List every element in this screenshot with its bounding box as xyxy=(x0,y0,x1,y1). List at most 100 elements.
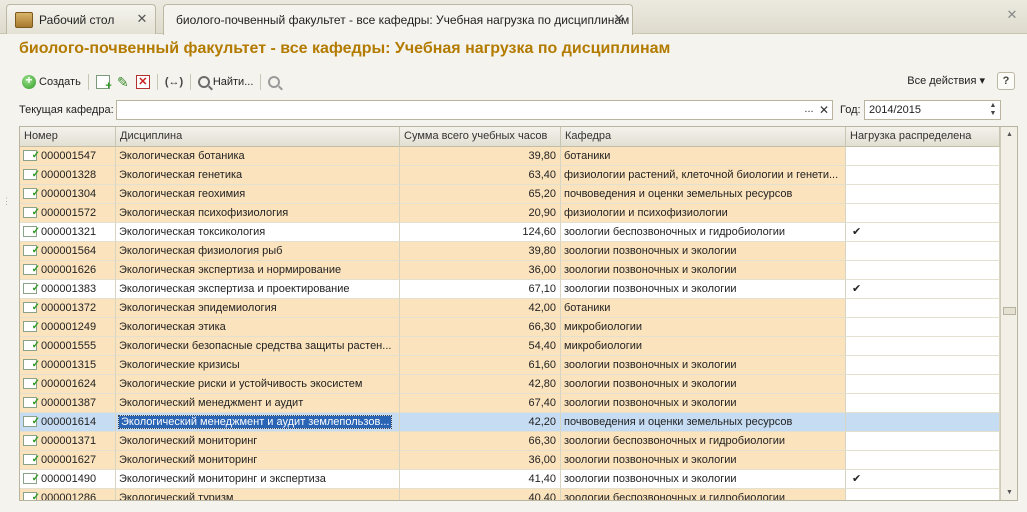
row-load-distributed[interactable] xyxy=(846,166,1000,185)
table-row[interactable]: 000001555 Экологически безопасные средств… xyxy=(20,337,1000,356)
table-row[interactable]: 000001387 Экологический менеджмент и ауди… xyxy=(20,394,1000,413)
table-row[interactable]: 000001614 Экологический менеджмент и ауди… xyxy=(20,413,1000,432)
row-number-text: 000001383 xyxy=(41,283,97,295)
row-load-distributed[interactable] xyxy=(846,432,1000,451)
column-header-hours[interactable]: Сумма всего учебных часов xyxy=(400,127,561,147)
find-button[interactable]: Найти... xyxy=(195,72,257,92)
vertical-scrollbar[interactable]: ▲ ▼ xyxy=(1000,127,1017,500)
row-discipline-text: Экологическая экспертиза и проектировани… xyxy=(119,283,350,295)
row-discipline-text: Экологический мониторинг xyxy=(119,454,258,466)
column-header-discipline[interactable]: Дисциплина xyxy=(116,127,400,147)
row-department: ботаники xyxy=(561,299,846,318)
row-discipline-text: Экологическая психофизиология xyxy=(119,207,289,219)
table-row[interactable]: 000001321 Экологическая токсикология 124,6… xyxy=(20,223,1000,242)
create-label: Создать xyxy=(39,76,81,88)
row-load-distributed[interactable] xyxy=(846,242,1000,261)
help-button[interactable]: ? xyxy=(997,72,1015,90)
row-discipline-text: Экологические кризисы xyxy=(119,359,240,371)
row-load-distributed[interactable] xyxy=(846,261,1000,280)
dept-field[interactable]: ... ✕ xyxy=(116,100,833,120)
row-number: 000001328 xyxy=(20,166,116,185)
table-row[interactable]: 000001564 Экологическая физиология рыб 39,… xyxy=(20,242,1000,261)
delete-button[interactable]: ✕ xyxy=(133,72,153,92)
link-button[interactable]: (↔) xyxy=(162,72,186,92)
table-row[interactable]: 000001626 Экологическая экспертиза и норм… xyxy=(20,261,1000,280)
row-discipline-text: Экологическая токсикология xyxy=(119,226,266,238)
document-posted-icon xyxy=(23,261,40,279)
cancel-search-button[interactable] xyxy=(265,72,283,92)
edit-button[interactable]: ✎ xyxy=(113,72,133,92)
window-close-icon[interactable]: ✕ xyxy=(1005,8,1019,22)
row-hours: 66,30 xyxy=(400,432,561,451)
row-load-distributed[interactable] xyxy=(846,299,1000,318)
row-hours: 39,80 xyxy=(400,147,561,166)
table-row[interactable]: 000001572 Экологическая психофизиология 20… xyxy=(20,204,1000,223)
table-row[interactable]: 000001249 Экологическая этика 66,30микроби… xyxy=(20,318,1000,337)
scroll-thumb[interactable] xyxy=(1003,307,1016,315)
table-row[interactable]: 000001624 Экологические риски и устойчиво… xyxy=(20,375,1000,394)
spinner-icon[interactable]: ▲ ▼ xyxy=(987,102,999,118)
close-icon[interactable]: ✕ xyxy=(612,12,626,26)
row-load-distributed[interactable] xyxy=(846,185,1000,204)
table-row[interactable]: 000001372 Экологическая эпидемиология 42,0… xyxy=(20,299,1000,318)
row-load-distributed[interactable] xyxy=(846,147,1000,166)
copy-button[interactable] xyxy=(93,72,113,92)
table-row[interactable]: 000001490 Экологический мониторинг и эксп… xyxy=(20,470,1000,489)
row-discipline-text: Экологически безопасные средства защиты … xyxy=(119,340,392,352)
row-number: 000001626 xyxy=(20,261,116,280)
table-row[interactable]: 000001286 Экологический туризм 40,40зоолог… xyxy=(20,489,1000,500)
row-discipline: Экологически безопасные средства защиты … xyxy=(116,337,400,356)
document-posted-icon xyxy=(23,147,40,165)
row-discipline-text: Экологический менеджмент и аудит xyxy=(119,397,304,409)
create-button[interactable]: Создать xyxy=(19,72,84,92)
column-header-department[interactable]: Кафедра xyxy=(561,127,846,147)
document-posted-icon xyxy=(23,204,40,222)
scroll-down-icon[interactable]: ▼ xyxy=(1003,487,1016,499)
clear-icon[interactable]: ✕ xyxy=(817,102,831,118)
row-number-text: 000001555 xyxy=(41,340,97,352)
column-header-load-distributed[interactable]: Нагрузка распределена xyxy=(846,127,1000,147)
row-load-distributed[interactable] xyxy=(846,394,1000,413)
table-row[interactable]: 000001383 Экологическая экспертиза и прое… xyxy=(20,280,1000,299)
row-load-distributed[interactable]: ✔ xyxy=(846,470,1000,489)
table-row[interactable]: 000001547 Экологическая ботаника 39,80бота… xyxy=(20,147,1000,166)
tab-desktop[interactable]: Рабочий стол ✕ xyxy=(6,4,156,34)
row-load-distributed[interactable] xyxy=(846,413,1000,432)
table-row[interactable]: 000001627 Экологический мониторинг 36,00зо… xyxy=(20,451,1000,470)
row-department: зоологии беспозвоночных и гидробиологии xyxy=(561,223,846,242)
table-row[interactable]: 000001371 Экологический мониторинг 66,30зо… xyxy=(20,432,1000,451)
select-button[interactable]: ... xyxy=(802,102,816,118)
row-load-distributed[interactable]: ✔ xyxy=(846,280,1000,299)
row-load-distributed[interactable] xyxy=(846,337,1000,356)
row-load-distributed[interactable] xyxy=(846,318,1000,337)
year-field[interactable]: 2014/2015 ▲ ▼ xyxy=(864,100,1001,120)
row-discipline: Экологическая психофизиология xyxy=(116,204,400,223)
row-discipline-text: Экологическая генетика xyxy=(119,169,243,181)
close-icon[interactable]: ✕ xyxy=(135,12,149,26)
resize-grip-icon[interactable]: ⋮ xyxy=(2,196,11,207)
row-hours: 36,00 xyxy=(400,261,561,280)
table-row[interactable]: 000001315 Экологические кризисы 61,60зооло… xyxy=(20,356,1000,375)
row-number-text: 000001315 xyxy=(41,359,97,371)
row-load-distributed[interactable] xyxy=(846,375,1000,394)
row-load-distributed[interactable] xyxy=(846,356,1000,375)
row-load-distributed[interactable] xyxy=(846,489,1000,500)
document-posted-icon xyxy=(23,280,40,298)
table-row[interactable]: 000001328 Экологическая генетика 63,40физи… xyxy=(20,166,1000,185)
row-hours: 42,20 xyxy=(400,413,561,432)
row-number: 000001286 xyxy=(20,489,116,500)
row-load-distributed[interactable]: ✔ xyxy=(846,223,1000,242)
scroll-up-icon[interactable]: ▲ xyxy=(1003,129,1016,141)
all-actions-menu[interactable]: Все действия ▾ xyxy=(907,74,985,87)
tab-load-by-discipline[interactable]: биолого-почвенный факультет - все кафедр… xyxy=(163,4,633,35)
row-load-distributed[interactable] xyxy=(846,204,1000,223)
tab-load-label: биолого-почвенный факультет - все кафедр… xyxy=(176,13,630,27)
row-number-text: 000001547 xyxy=(41,150,97,162)
table-row[interactable]: 000001304 Экологическая геохимия 65,20почв… xyxy=(20,185,1000,204)
row-discipline-text: Экологическая геохимия xyxy=(119,188,246,200)
separator xyxy=(87,74,89,90)
column-header-number[interactable]: Номер xyxy=(20,127,116,147)
row-load-distributed[interactable] xyxy=(846,451,1000,470)
row-number-text: 000001624 xyxy=(41,378,97,390)
link-icon: (↔) xyxy=(164,76,184,88)
